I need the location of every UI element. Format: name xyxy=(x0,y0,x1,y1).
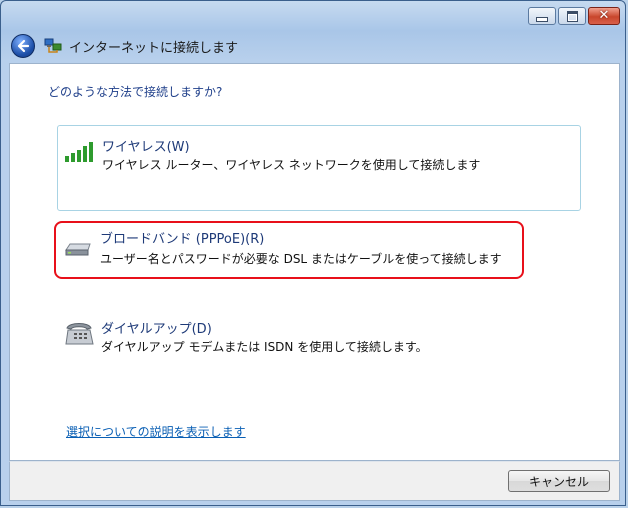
network-connection-icon xyxy=(44,38,62,53)
option-wireless-description: ワイヤレス ルーター、ワイヤレス ネットワークを使用して接続します xyxy=(102,158,481,172)
option-dialup-title: ダイヤルアップ(D) xyxy=(101,322,212,337)
option-broadband-description: ユーザー名とパスワードが必要な DSL またはケーブルを使って接続します xyxy=(100,252,502,266)
back-arrow-icon xyxy=(17,39,30,53)
help-link[interactable]: 選択についての説明を表示します xyxy=(66,423,246,440)
cancel-button[interactable]: キャンセル xyxy=(508,470,610,492)
question-heading: どのような方法で接続しますか? xyxy=(48,85,223,99)
option-broadband-title: ブロードバンド (PPPoE)(R) xyxy=(100,232,265,247)
close-button[interactable]: ✕ xyxy=(588,7,620,25)
option-wireless[interactable]: ワイヤレス(W) ワイヤレス ルーター、ワイヤレス ネットワークを使用して接続し… xyxy=(57,125,581,211)
option-dialup-description: ダイヤルアップ モデムまたは ISDN を使用して接続します。 xyxy=(101,340,428,354)
minimize-button[interactable] xyxy=(528,7,556,25)
option-broadband[interactable]: ブロードバンド (PPPoE)(R) ユーザー名とパスワードが必要な DSL ま… xyxy=(54,221,524,279)
maximize-icon xyxy=(559,8,585,24)
wireless-signal-icon xyxy=(65,142,93,162)
option-wireless-title: ワイヤレス(W) xyxy=(102,140,190,155)
footer-bar: キャンセル xyxy=(9,461,620,501)
modem-icon xyxy=(65,243,91,256)
title-bar: ✕ xyxy=(1,1,625,29)
back-button[interactable] xyxy=(11,34,35,58)
maximize-button[interactable] xyxy=(558,7,586,25)
close-icon: ✕ xyxy=(598,8,610,23)
page-title: インターネットに接続します xyxy=(69,41,239,56)
content-panel: どのような方法で接続しますか? ワイヤレス(W) ワイヤレス ルーター、ワイヤレ… xyxy=(9,63,620,461)
dialog-window: ✕ インターネットに接続します どのような方法で接続しますか? ワイヤレス(W)… xyxy=(0,0,626,506)
option-dialup[interactable]: ダイヤルアップ(D) ダイヤルアップ モデムまたは ISDN を使用して接続しま… xyxy=(57,308,581,360)
telephone-icon xyxy=(65,323,94,345)
nav-bar: インターネットに接続します xyxy=(1,29,625,61)
minimize-icon xyxy=(529,8,555,24)
